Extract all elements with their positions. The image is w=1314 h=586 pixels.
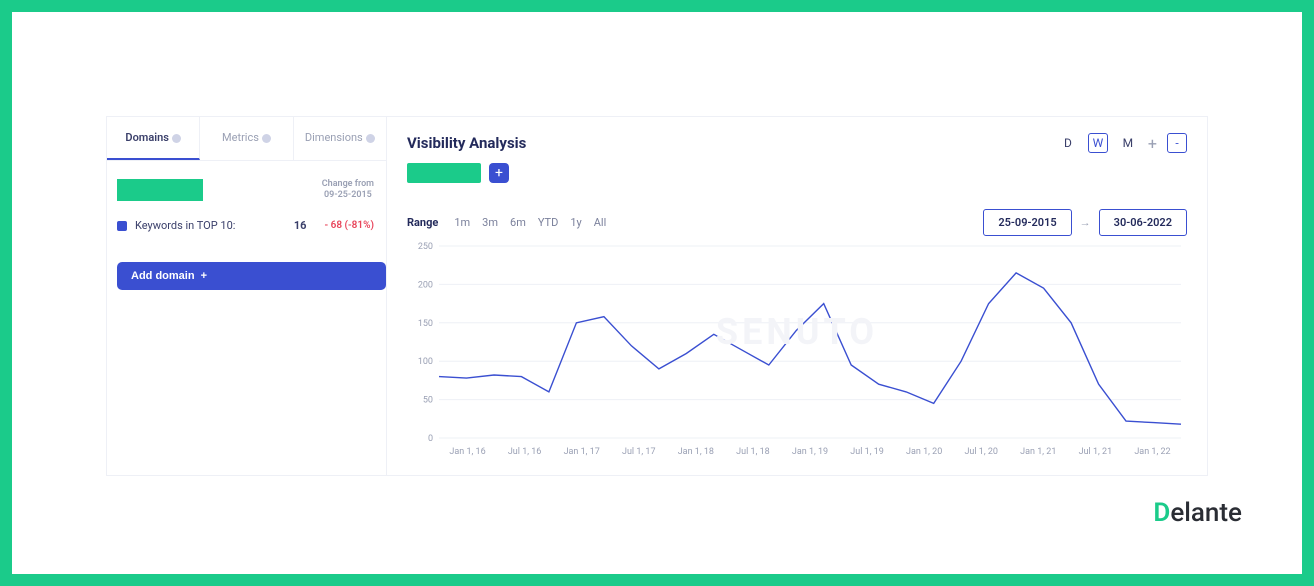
change-from-text: Change from — [322, 179, 374, 190]
add-domain-label: Add domain — [131, 270, 195, 282]
brand-rest: elante — [1170, 498, 1242, 528]
series-color-swatch — [117, 221, 127, 231]
chart: SENUTO 050100150200250 Jan 1, 16Jul 1, 1… — [407, 240, 1187, 460]
range-1y[interactable]: 1y — [570, 216, 581, 229]
brand-logo: Delante — [1153, 498, 1242, 528]
svg-text:100: 100 — [418, 357, 433, 367]
range-ytd[interactable]: YTD — [538, 216, 558, 229]
sidebar-tabs: Domains Metrics Dimensions — [107, 117, 386, 161]
granularity-week[interactable]: W — [1088, 133, 1108, 153]
svg-text:250: 250 — [418, 242, 433, 252]
info-icon — [366, 134, 375, 143]
tab-metrics[interactable]: Metrics — [200, 117, 293, 160]
range-row: Range 1m 3m 6m YTD 1y All 25-09-2015 → 3… — [407, 209, 1187, 236]
series-chip[interactable] — [407, 163, 481, 183]
svg-text:Jul 1, 19: Jul 1, 19 — [850, 447, 884, 457]
svg-text:Jan 1, 20: Jan 1, 20 — [906, 447, 942, 457]
tab-label: Metrics — [222, 131, 259, 144]
svg-text:Jul 1, 16: Jul 1, 16 — [508, 447, 542, 457]
date-to-input[interactable]: 30-06-2022 — [1099, 209, 1187, 236]
zoom-plus[interactable]: + — [1148, 134, 1157, 153]
chart-svg: 0 50 100 150 200 250 Jan 1, 16 Jul 1, 16 Jan 1,… — [407, 240, 1187, 460]
info-icon — [172, 134, 181, 143]
svg-text:200: 200 — [418, 280, 433, 290]
zoom-minus[interactable]: - — [1167, 133, 1187, 153]
svg-text:Jul 1, 20: Jul 1, 20 — [964, 447, 998, 457]
svg-text:Jan 1, 22: Jan 1, 22 — [1134, 447, 1170, 457]
svg-text:0: 0 — [428, 434, 433, 444]
range-all[interactable]: All — [594, 216, 607, 229]
add-series-button[interactable]: + — [489, 163, 509, 183]
range-1m[interactable]: 1m — [454, 216, 470, 229]
granularity-switch: D W M + - — [1058, 133, 1187, 153]
add-domain-button[interactable]: Add domain + — [117, 262, 386, 290]
tab-label: Dimensions — [305, 131, 363, 144]
range-3m[interactable]: 3m — [482, 216, 498, 229]
svg-text:150: 150 — [418, 319, 433, 329]
analytics-panel: Domains Metrics Dimensions Change from 0… — [106, 116, 1208, 476]
sidebar: Domains Metrics Dimensions Change from 0… — [107, 117, 387, 475]
arrow-right-icon: → — [1080, 216, 1091, 229]
svg-text:Jan 1, 18: Jan 1, 18 — [678, 447, 714, 457]
tab-domains[interactable]: Domains — [107, 117, 200, 160]
range-label: Range — [407, 216, 438, 229]
change-from-label: Change from 09-25-2015 — [322, 179, 374, 201]
metric-delta: - 68 (-81%) — [324, 220, 374, 231]
svg-text:50: 50 — [423, 396, 433, 406]
svg-text:Jan 1, 21: Jan 1, 21 — [1020, 447, 1056, 457]
granularity-month[interactable]: M — [1118, 133, 1138, 153]
main-panel: Visibility Analysis D W M + - + Range 1m — [387, 117, 1207, 475]
svg-text:Jul 1, 18: Jul 1, 18 — [736, 447, 770, 457]
metric-value: 16 — [294, 219, 307, 232]
range-6m[interactable]: 6m — [510, 216, 526, 229]
granularity-day[interactable]: D — [1058, 133, 1078, 153]
svg-text:Jul 1, 21: Jul 1, 21 — [1079, 447, 1113, 457]
tab-dimensions[interactable]: Dimensions — [294, 117, 386, 160]
svg-text:Jan 1, 17: Jan 1, 17 — [564, 447, 600, 457]
svg-text:Jan 1, 19: Jan 1, 19 — [792, 447, 828, 457]
svg-text:Jan 1, 16: Jan 1, 16 — [449, 447, 485, 457]
page-title: Visibility Analysis — [407, 134, 526, 152]
info-icon — [262, 134, 271, 143]
svg-text:Jul 1, 17: Jul 1, 17 — [622, 447, 656, 457]
plus-icon: + — [201, 270, 207, 282]
date-from-input[interactable]: 25-09-2015 — [983, 209, 1071, 236]
change-from-date: 09-25-2015 — [322, 190, 374, 201]
tab-label: Domains — [125, 131, 169, 144]
metric-row: Keywords in TOP 10: 16 - 68 (-81%) — [107, 201, 386, 232]
metric-label: Keywords in TOP 10: — [135, 219, 235, 232]
domain-chip[interactable] — [117, 179, 203, 201]
